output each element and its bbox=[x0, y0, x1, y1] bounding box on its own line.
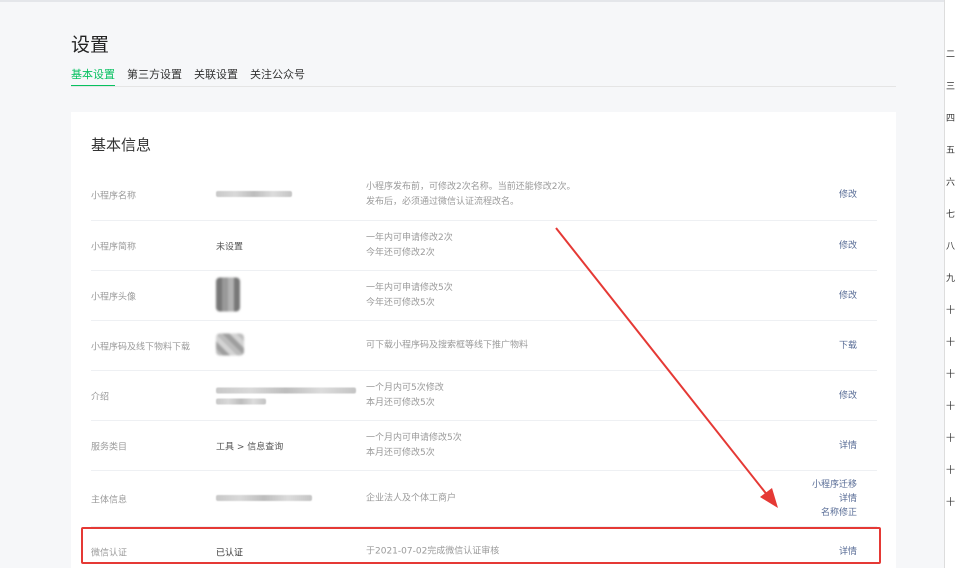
entity-actions: 小程序迁移 详情 名称修正 bbox=[812, 478, 857, 520]
row-label: 小程序简称 bbox=[91, 242, 137, 252]
row-description: 一年内可申请修改2次 今年还可修改2次 bbox=[366, 232, 453, 258]
sidebar-mark: 四 bbox=[946, 114, 956, 124]
top-border bbox=[0, 0, 944, 2]
row-short-name: 小程序简称 未设置 一年内可申请修改2次 今年还可修改2次 修改 bbox=[91, 220, 877, 270]
row-entity-info: 主体信息 企业法人及个体工商户 小程序迁移 详情 名称修正 bbox=[91, 470, 877, 526]
sidebar-mark: 十 bbox=[946, 306, 956, 316]
sidebar-mark: 十 bbox=[946, 434, 956, 444]
verification-details-link[interactable]: 详情 bbox=[839, 545, 857, 559]
sidebar-mark: 十 bbox=[946, 498, 956, 508]
row-description: 一年内可申请修改5次 今年还可修改5次 bbox=[366, 282, 453, 308]
row-service-category: 服务类目 工具 > 信息查询 一个月内可申请修改5次 本月还可修改5次 详情 bbox=[91, 420, 877, 470]
name-correction-link[interactable]: 名称修正 bbox=[812, 506, 857, 520]
sidebar-mark: 十 bbox=[946, 466, 956, 476]
sidebar-mark: 五 bbox=[946, 146, 956, 156]
row-avatar: 小程序头像 一年内可申请修改5次 今年还可修改5次 修改 bbox=[91, 270, 877, 320]
row-label: 小程序码及线下物料下载 bbox=[91, 342, 191, 352]
row-label: 主体信息 bbox=[91, 495, 128, 505]
edit-name-link[interactable]: 修改 bbox=[839, 188, 857, 202]
row-description: 企业法人及个体工商户 bbox=[366, 493, 457, 503]
row-description: 可下载小程序码及搜索框等线下推广物料 bbox=[366, 340, 529, 350]
blurred-entity-name bbox=[216, 494, 312, 504]
edit-avatar-link[interactable]: 修改 bbox=[839, 289, 857, 303]
sidebar-mark: 十 bbox=[946, 370, 956, 380]
sidebar-mark: 二 bbox=[946, 50, 956, 60]
edit-short-name-link[interactable]: 修改 bbox=[839, 239, 857, 253]
sidebar-strip: 二三四五六七八九十十十十十十十 bbox=[944, 0, 956, 568]
page-title: 设置 bbox=[71, 34, 110, 56]
sidebar-mark: 十 bbox=[946, 402, 956, 412]
row-value: 未设置 bbox=[216, 242, 244, 252]
row-qr-code-download: 小程序码及线下物料下载 可下载小程序码及搜索框等线下推广物料 下载 bbox=[91, 320, 877, 370]
row-mini-program-name: 小程序名称 小程序发布前，可修改2次名称。当前还能修改2次。 发布后，必须通过微… bbox=[91, 170, 877, 220]
sidebar-mark: 三 bbox=[946, 82, 956, 92]
edit-introduction-link[interactable]: 修改 bbox=[839, 389, 857, 403]
row-value: 工具 > 信息查询 bbox=[216, 442, 284, 452]
card-title: 基本信息 bbox=[91, 136, 152, 154]
migrate-mini-program-link[interactable]: 小程序迁移 bbox=[812, 478, 857, 492]
row-label: 服务类目 bbox=[91, 442, 128, 452]
sidebar-mark: 六 bbox=[946, 178, 956, 188]
blurred-introduction bbox=[216, 387, 356, 404]
row-label: 微信认证 bbox=[91, 548, 128, 558]
download-link[interactable]: 下载 bbox=[839, 339, 857, 353]
row-introduction: 介绍 一个月内可5次修改 本月还可修改5次 修改 bbox=[91, 370, 877, 420]
sidebar-mark: 十 bbox=[946, 338, 956, 348]
row-description: 一个月内可5次修改 本月还可修改5次 bbox=[366, 382, 444, 408]
right-sidebar: 二三四五六七八九十十十十十十十 bbox=[944, 0, 956, 568]
row-description: 小程序发布前，可修改2次名称。当前还能修改2次。 发布后，必须通过微信认证流程改… bbox=[366, 182, 576, 207]
row-label: 小程序头像 bbox=[91, 292, 137, 302]
tab-divider bbox=[71, 86, 896, 87]
service-category-details-link[interactable]: 详情 bbox=[839, 439, 857, 453]
row-value: 已认证 bbox=[216, 548, 244, 558]
entity-details-link[interactable]: 详情 bbox=[812, 492, 857, 506]
row-description: 一个月内可申请修改5次 本月还可修改5次 bbox=[366, 432, 462, 458]
sidebar-mark: 七 bbox=[946, 210, 956, 220]
settings-page: 设置 基本设置 第三方设置 关联设置 关注公众号 基本信息 小程序名称 小程序发… bbox=[0, 0, 944, 568]
row-label: 小程序名称 bbox=[91, 191, 137, 202]
basic-info-card: 基本信息 小程序名称 小程序发布前，可修改2次名称。当前还能修改2次。 发布后，… bbox=[71, 112, 896, 568]
sidebar-mark: 九 bbox=[946, 274, 956, 284]
row-label: 介绍 bbox=[91, 392, 110, 402]
blurred-name bbox=[216, 190, 292, 200]
row-wechat-verification: 微信认证 已认证 于2021-07-02完成微信认证审核 详情 bbox=[91, 526, 877, 568]
row-description: 于2021-07-02完成微信认证审核 bbox=[366, 546, 500, 556]
qr-code-thumbnail bbox=[216, 333, 244, 358]
sidebar-mark: 八 bbox=[946, 242, 956, 252]
avatar bbox=[216, 277, 240, 314]
